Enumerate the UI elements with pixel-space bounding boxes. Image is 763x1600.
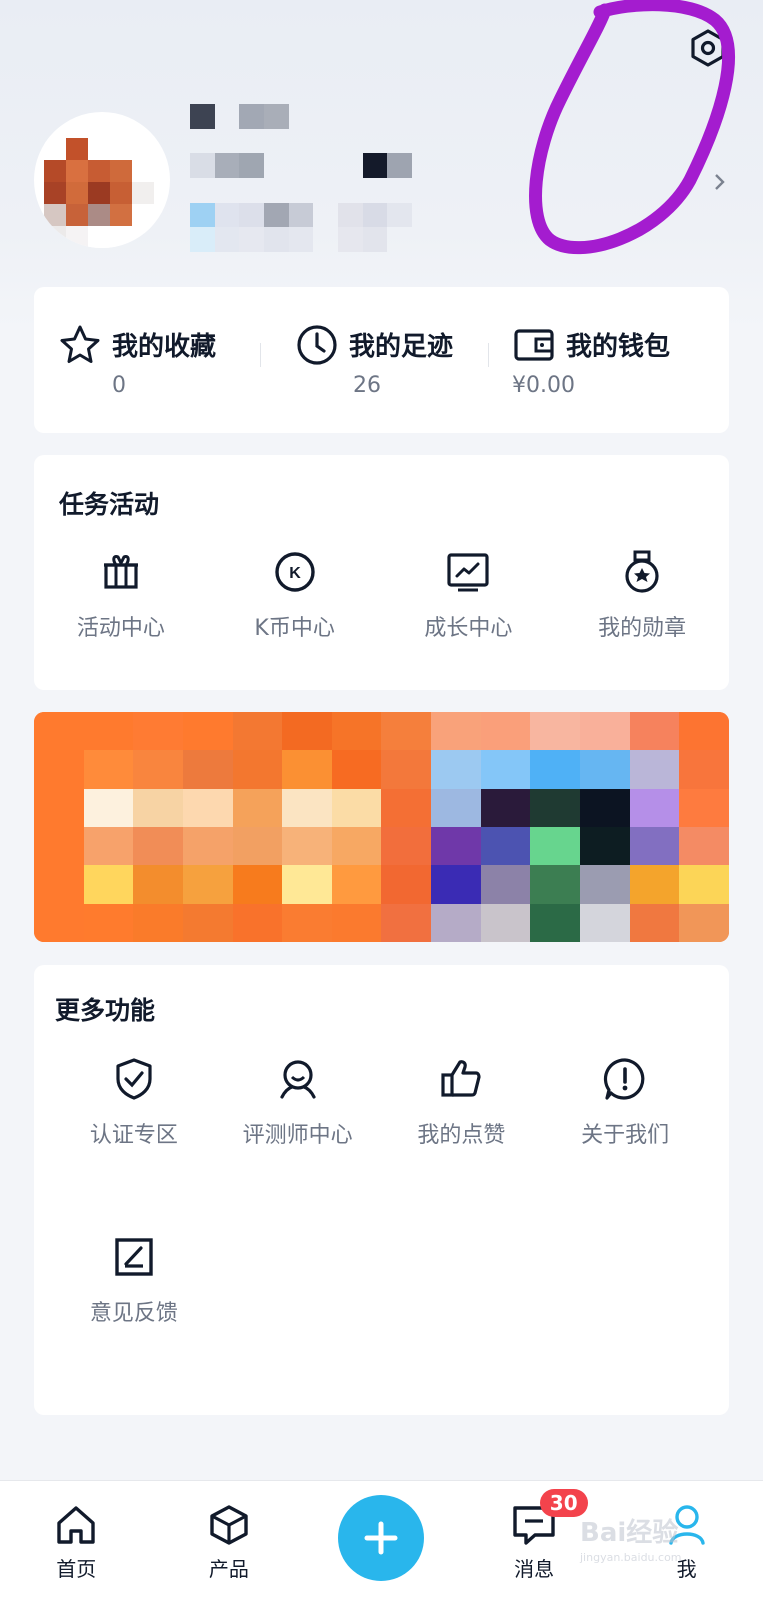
wallet-icon [514, 328, 554, 361]
watermark: Bai经验 jingyan.baidu.com [580, 1512, 682, 1564]
tab-add[interactable] [305, 1481, 458, 1600]
task-label: 我的勋章 [598, 616, 687, 641]
tasks-card: 任务活动 活动中心 K K币中心 成长中心 我的勋章 [34, 455, 729, 690]
tab-label: 消息 [514, 1557, 555, 1581]
more-item-about-us[interactable]: 关于我们 [543, 1057, 707, 1149]
tab-label: 产品 [208, 1557, 249, 1581]
stat-label: 我的钱包 [566, 332, 671, 362]
stat-value: 0 [112, 372, 126, 398]
task-label: 成长中心 [424, 616, 513, 641]
chevron-right-icon[interactable] [712, 170, 728, 194]
watermark-text: Bai经验 [580, 1518, 679, 1548]
stat-wallet[interactable]: 我的钱包 ¥0.00 [512, 323, 729, 398]
cube-icon [210, 1505, 248, 1545]
avatar[interactable] [34, 112, 170, 248]
settings-hexagon-icon [691, 29, 725, 67]
watermark-sub: jingyan.baidu.com [580, 1551, 682, 1564]
shield-check-icon [116, 1058, 152, 1100]
divider [488, 343, 489, 367]
clock-icon [297, 324, 337, 365]
more-functions-card: 更多功能 认证专区 评测师中心 我的点赞 关于我们 意见反馈 [34, 965, 729, 1415]
more-label: 我的点赞 [417, 1123, 506, 1148]
add-button[interactable] [338, 1495, 425, 1581]
gift-icon [103, 555, 138, 589]
task-item-k-coin[interactable]: K K币中心 [208, 550, 382, 642]
section-title: 更多功能 [55, 996, 156, 1025]
tab-home[interactable]: 首页 [0, 1481, 153, 1600]
section-title: 任务活动 [59, 490, 160, 519]
more-item-reviewer-center[interactable]: 评测师中心 [216, 1057, 380, 1149]
growth-chart-icon [447, 553, 489, 592]
task-item-my-medals[interactable]: 我的勋章 [555, 550, 729, 642]
task-item-activity-center[interactable]: 活动中心 [34, 550, 208, 642]
stat-favorites[interactable]: 我的收藏 0 [34, 323, 275, 398]
task-item-growth-center[interactable]: 成长中心 [382, 550, 556, 642]
stats-card: 我的收藏 0 我的足迹 26 我的钱包 ¥0.00 [34, 287, 729, 433]
plus-icon [364, 1521, 398, 1555]
svg-text:K: K [289, 565, 301, 582]
more-item-my-likes[interactable]: 我的点赞 [380, 1057, 544, 1149]
task-label: 活动中心 [76, 616, 165, 641]
k-coin-icon: K [274, 552, 315, 592]
more-label: 关于我们 [581, 1123, 670, 1148]
more-label: 评测师中心 [242, 1123, 353, 1148]
stat-value: ¥0.00 [512, 372, 575, 398]
settings-button[interactable] [686, 26, 730, 70]
thumbs-up-icon [441, 1060, 481, 1097]
more-label: 认证专区 [89, 1123, 178, 1148]
promo-banner[interactable] [34, 712, 729, 942]
divider [260, 343, 261, 367]
more-label: 意见反馈 [89, 1301, 178, 1326]
stat-label: 我的收藏 [112, 332, 217, 362]
task-label: K币中心 [254, 616, 335, 641]
tab-products[interactable]: 产品 [153, 1481, 306, 1600]
stat-value: 26 [353, 372, 381, 398]
info-alert-icon [604, 1058, 645, 1100]
stat-footprints[interactable]: 我的足迹 26 [275, 323, 512, 398]
more-item-certification[interactable]: 认证专区 [52, 1057, 216, 1149]
more-item-feedback[interactable]: 意见反馈 [52, 1235, 216, 1327]
user-info-pixelated [190, 104, 412, 252]
medal-icon [625, 550, 659, 593]
stat-label: 我的足迹 [349, 332, 454, 362]
reviewer-icon [280, 1060, 316, 1099]
home-icon [57, 1506, 95, 1544]
tab-label: 首页 [56, 1557, 97, 1581]
star-icon [60, 325, 100, 363]
feedback-edit-icon [115, 1238, 153, 1276]
